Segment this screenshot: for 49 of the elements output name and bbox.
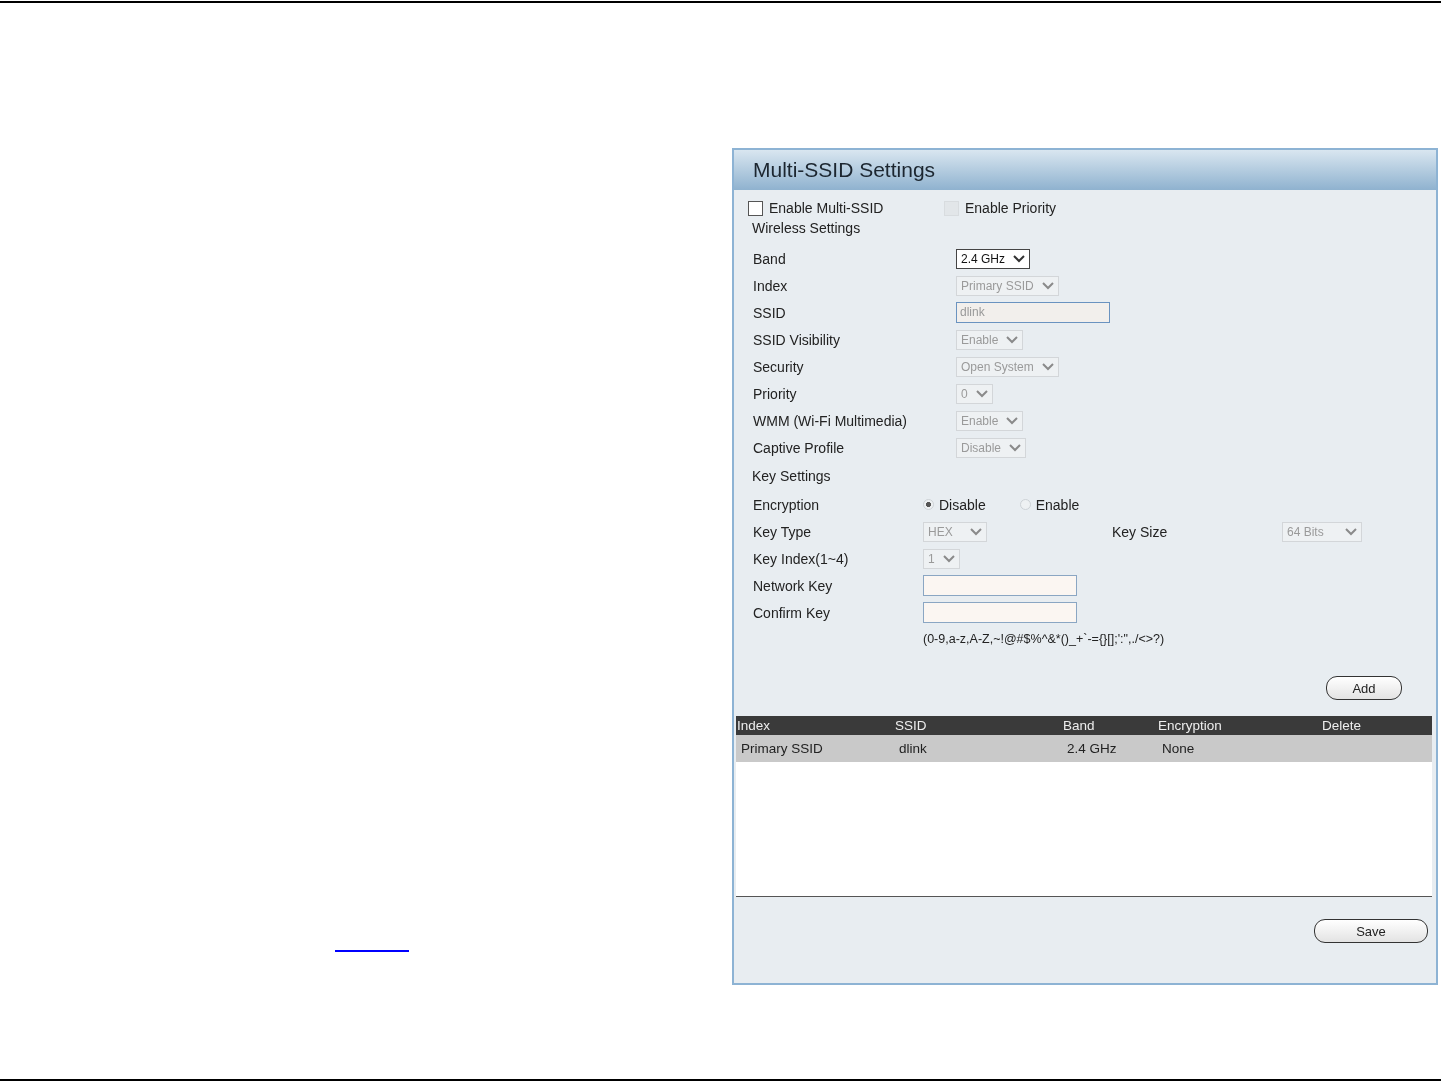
field-label: Key Index(1~4) (753, 550, 850, 567)
field-label: Confirm Key (753, 604, 832, 621)
table-cell-text: None (1161, 741, 1196, 756)
dropdown[interactable]: 2.4 GHz (956, 248, 1030, 269)
field-label: Key Type (753, 523, 813, 540)
field-label: SSID Visibility (753, 331, 841, 348)
input-field[interactable] (923, 602, 1077, 623)
table-cell-text: dlink (898, 741, 928, 756)
field-label: WMM (Wi-Fi Multimedia) (753, 412, 908, 429)
checkbox-label: Enable Priority (965, 200, 1057, 216)
field-label: SSID (753, 304, 787, 321)
column-header: Band (1062, 718, 1096, 733)
section-heading: Key Settings (751, 467, 832, 486)
radio-label: Enable (1035, 496, 1080, 513)
caret-icon (1345, 527, 1357, 536)
radio-label: Disable (939, 496, 986, 513)
caret-icon (1041, 281, 1054, 290)
column-header: Index (736, 718, 772, 733)
column-header: Encryption (1157, 718, 1223, 733)
column-header: SSID (894, 718, 928, 733)
caret-icon (1013, 254, 1025, 263)
field-label: Security (753, 358, 805, 375)
caret-icon (1041, 362, 1054, 371)
table-cell-text: Primary SSID (740, 741, 824, 756)
caret-icon (942, 554, 955, 563)
field-label: Priority (753, 385, 798, 402)
section-heading: Wireless Settings (751, 219, 862, 238)
panel-title: Multi-SSID Settings (734, 150, 1436, 190)
character-hint: (0-9,a-z,A-Z,~!@#$%^&*()_+`-={}[];':",./<>?) (922, 631, 1166, 648)
caret-icon (1006, 416, 1019, 425)
caret-icon (970, 527, 982, 536)
field-label: Index (753, 277, 789, 294)
caret-icon (1006, 335, 1019, 344)
field-label: Captive Profile (753, 439, 846, 456)
caret-icon (975, 389, 988, 398)
input-field[interactable] (923, 575, 1077, 596)
field-label: Encryption (753, 496, 821, 513)
field-label: Network Key (753, 577, 834, 594)
field-label: Key Size (1112, 523, 1169, 540)
caret-icon (1009, 443, 1022, 452)
radio-button[interactable] (923, 499, 934, 510)
add-button[interactable]: Add (1326, 676, 1402, 700)
radio-button[interactable] (1019, 499, 1031, 510)
checkbox[interactable] (748, 200, 763, 216)
table-cell-text: 2.4 GHz (1066, 741, 1118, 756)
field-label: Band (753, 250, 787, 267)
save-button[interactable]: Save (1314, 919, 1428, 943)
column-header: Delete (1321, 718, 1363, 733)
checkbox-label: Enable Multi-SSID (769, 200, 884, 216)
